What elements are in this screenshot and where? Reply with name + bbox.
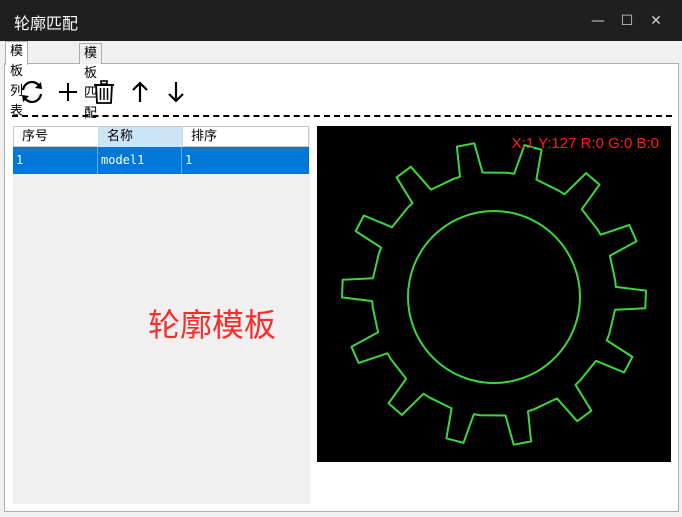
move-up-button[interactable] [124, 76, 156, 108]
arrow-up-icon [132, 81, 148, 102]
add-icon [59, 83, 77, 101]
column-header-index[interactable]: 序号 [14, 127, 99, 147]
gear-inner-contour [407, 210, 581, 384]
gear-outer-contour [341, 142, 647, 446]
cell-name: model1 [98, 147, 182, 174]
move-down-button[interactable] [160, 76, 192, 108]
delete-button[interactable] [88, 76, 120, 108]
column-header-order[interactable]: 排序 [183, 127, 310, 147]
main-window: 轮廓匹配 — ☐ ✕ 模板列表 模板匹配 序号 名称 排序 1 model1 1… [0, 0, 682, 517]
pixel-readout: X:1 Y:127 R:0 G:0 B:0 [511, 135, 659, 152]
gear-contour-image [341, 142, 647, 446]
maximize-button[interactable]: ☐ [616, 11, 638, 31]
cell-index: 1 [13, 147, 98, 174]
column-header-name[interactable]: 名称 [99, 127, 183, 147]
cell-order: 1 [185, 153, 193, 167]
arrow-down-icon [168, 82, 184, 103]
trash-icon [94, 80, 114, 104]
contour-template-label: 轮廓模板 [148, 306, 277, 344]
close-button[interactable]: ✕ [645, 11, 667, 31]
tab-template-list[interactable]: 模板列表 [5, 41, 29, 119]
add-button[interactable] [52, 76, 84, 108]
list-header: 序号 名称 排序 [13, 126, 309, 147]
minimize-button[interactable]: — [587, 11, 609, 31]
image-viewer[interactable]: X:1 Y:127 R:0 G:0 B:0 [317, 126, 671, 462]
table-row[interactable]: 1 model1 1 [13, 147, 309, 174]
tab-template-match[interactable]: 模板匹配 [79, 43, 103, 121]
toolbar-divider [12, 115, 672, 117]
window-title: 轮廓匹配 [14, 14, 79, 33]
title-bar[interactable]: 轮廓匹配 — ☐ ✕ [0, 0, 682, 41]
